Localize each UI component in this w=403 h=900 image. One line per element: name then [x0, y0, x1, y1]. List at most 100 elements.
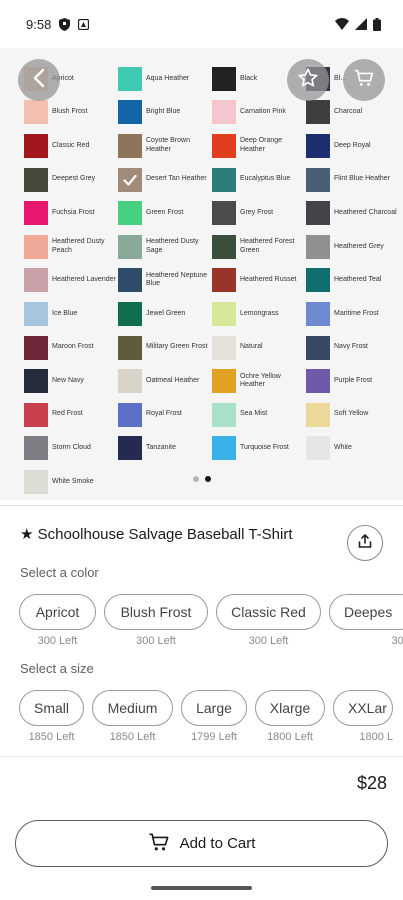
swatch-color [306, 133, 330, 158]
swatch-name: Purple Frost [334, 376, 373, 384]
swatch-color [118, 66, 142, 91]
swatch-item: Heathered Dusty Peach [24, 230, 118, 264]
size-option: Large 1799 Left [181, 690, 247, 743]
swatch-name: Turquoise Frost [240, 444, 289, 452]
divider [0, 505, 403, 506]
swatch-color [118, 100, 142, 125]
swatch-color [212, 402, 236, 427]
swatch-item: Ice Blue [24, 297, 118, 331]
swatch-item: Red Frost [24, 398, 118, 432]
carousel-dot[interactable] [192, 476, 199, 482]
back-button[interactable] [18, 59, 60, 101]
swatch-item: White [306, 432, 400, 466]
swatch-item: Charcoal [306, 96, 400, 130]
swatch-item: Eucalyptus Blue [212, 163, 306, 197]
cart-icon [353, 67, 375, 94]
color-chip-classic-red[interactable]: Classic Red [216, 594, 321, 630]
swatch-name: Soft Yellow [334, 410, 369, 418]
size-chip-small[interactable]: Small [19, 690, 84, 726]
swatch-color [212, 234, 236, 259]
swatch-name: Ice Blue [52, 309, 78, 317]
swatch-color [306, 301, 330, 326]
size-chip-xxlarge[interactable]: XXLar [333, 690, 393, 726]
swatch-name: Desert Tan Heather [146, 175, 207, 183]
swatch-color [24, 301, 48, 326]
swatch-name: Maroon Frost [52, 343, 94, 351]
swatch-name: Sea Mist [240, 410, 268, 418]
carousel-dot-active[interactable] [204, 476, 211, 482]
swatch-name: Heathered Dusty Peach [52, 238, 105, 254]
swatch-name: Green Frost [146, 208, 184, 216]
swatch-name: Heathered Charcoal [334, 208, 397, 216]
swatch-color [118, 268, 142, 293]
swatch-color [212, 201, 236, 226]
product-image-carousel[interactable]: Apricot Aqua Heather Black Bl... Blush Frost… [0, 48, 403, 500]
swatch-item: Turquoise Frost [212, 432, 306, 466]
cart-header-button[interactable] [343, 59, 385, 101]
product-title: ★ Schoolhouse Salvage Baseball T-Shirt [20, 526, 293, 543]
swatch-name: Bright Blue [146, 108, 181, 116]
swatch-name: Heathered Teal [334, 276, 382, 284]
color-section-label: Select a color [20, 565, 99, 580]
swatch-item: Heathered Charcoal [306, 196, 400, 230]
size-stock: 1800 Left [267, 731, 313, 743]
size-option: XXLar 1800 L [333, 690, 393, 743]
swatch-item: Storm Cloud [24, 432, 118, 466]
swatch-item: Fuchsia Frost [24, 196, 118, 230]
size-section-label: Select a size [20, 661, 94, 676]
swatch-name: Fuchsia Frost [52, 208, 95, 216]
swatch-name: Jewel Green [146, 309, 186, 317]
add-to-cart-label: Add to Cart [179, 835, 256, 852]
size-stock: 1799 Left [191, 731, 237, 743]
swatch-name: Blush Frost [52, 108, 88, 116]
swatch-name: Grey Frost [240, 208, 274, 216]
swatch-item: Ochre Yellow Heather [212, 364, 306, 398]
product-price: $28 [356, 773, 387, 793]
swatch-item: Military Green Frost [118, 331, 212, 365]
swatch-color [306, 436, 330, 461]
size-chip-xlarge[interactable]: Xlarge [255, 690, 325, 726]
signal-icon [355, 18, 367, 30]
swatch-item: Maritime Frost [306, 297, 400, 331]
size-stock: 1800 L [359, 731, 393, 743]
swatch-name: Deep Royal [334, 141, 371, 149]
share-button[interactable] [347, 525, 383, 561]
favorite-button[interactable] [287, 59, 329, 101]
color-stock: 300 L [391, 635, 403, 647]
size-chip-large[interactable]: Large [181, 690, 247, 726]
gesture-nav-handle[interactable] [151, 886, 252, 890]
swatch-name: Heathered Lavender [52, 276, 116, 284]
swatch-name: Deepest Grey [52, 175, 96, 183]
swatch-color [118, 167, 142, 192]
swatch-color [118, 301, 142, 326]
swatch-color [24, 100, 48, 125]
swatch-item: Deepest Grey [24, 163, 118, 197]
swatch-item: Heathered Dusty Sage [118, 230, 212, 264]
swatch-item: Deep Royal [306, 129, 400, 163]
swatch-name: Storm Cloud [52, 444, 91, 452]
size-chip-medium[interactable]: Medium [92, 690, 173, 726]
swatch-item: Grey Frost [212, 196, 306, 230]
swatch-item: Oatmeal Heather [118, 364, 212, 398]
swatch-item: Deep Orange Heather [212, 129, 306, 163]
swatch-name: Heathered Grey [334, 242, 384, 250]
add-to-cart-button[interactable]: Add to Cart [15, 820, 388, 867]
size-option: Xlarge 1800 Left [255, 690, 325, 743]
swatch-color [24, 268, 48, 293]
swatch-item: Heathered Forest Green [212, 230, 306, 264]
notification-icon [78, 18, 90, 30]
swatch-color [212, 100, 236, 125]
color-chip-deepest-grey[interactable]: Deepes [329, 594, 403, 630]
color-option: Classic Red 300 Left [216, 594, 321, 647]
swatch-color [24, 234, 48, 259]
swatch-name: Charcoal [334, 108, 363, 116]
color-chip-apricot[interactable]: Apricot [19, 594, 96, 630]
swatch-item: Sea Mist [212, 398, 306, 432]
color-chip-blush-frost[interactable]: Blush Frost [104, 594, 208, 630]
swatch-item: Aqua Heather [118, 62, 212, 96]
swatch-name: Apricot [52, 74, 74, 82]
swatch-item: Natural [212, 331, 306, 365]
swatch-color [212, 436, 236, 461]
size-stock: 1850 Left [109, 731, 156, 743]
swatch-item: Purple Frost [306, 364, 400, 398]
